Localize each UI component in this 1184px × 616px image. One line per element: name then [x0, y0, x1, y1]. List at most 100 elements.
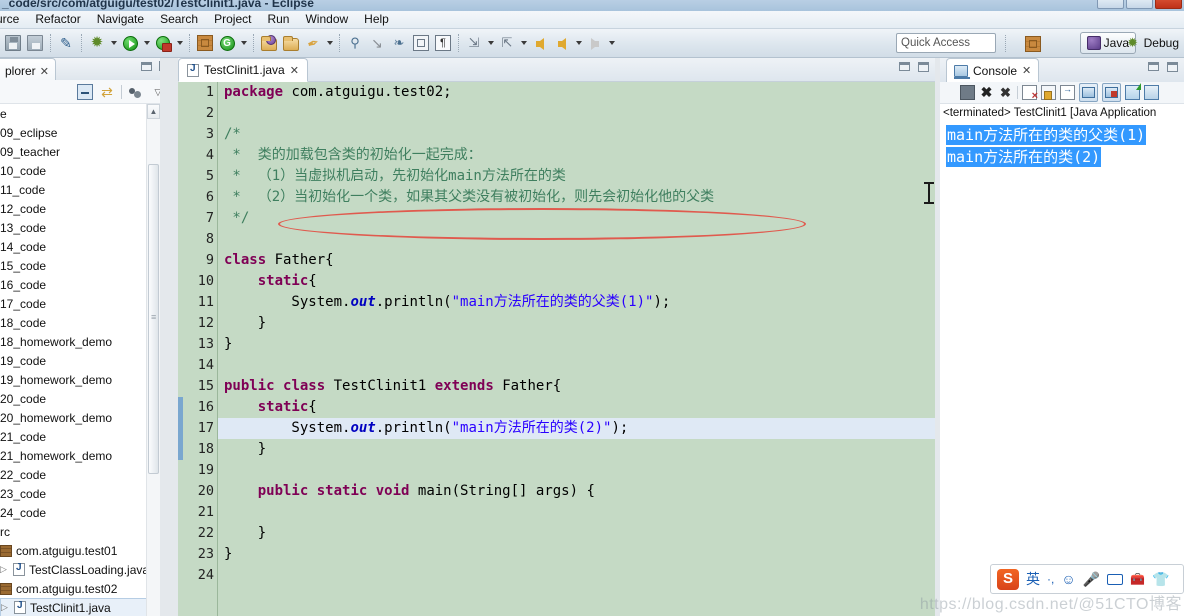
tree-item[interactable]: ▷ TestClassLoading.java: [0, 560, 160, 579]
word-wrap-icon[interactable]: [1060, 84, 1075, 100]
ime-emoji-icon[interactable]: ☺: [1061, 571, 1075, 587]
tree-item[interactable]: e: [0, 104, 160, 123]
display-selected-console-icon[interactable]: [1144, 85, 1159, 100]
code-line[interactable]: /*: [218, 124, 935, 145]
menu-navigate[interactable]: Navigate: [89, 11, 152, 28]
debug-button[interactable]: [152, 32, 174, 54]
maximize-console-button[interactable]: [1167, 62, 1178, 72]
menu-window[interactable]: Window: [297, 11, 356, 28]
tree-item[interactable]: 19_homework_demo: [0, 370, 160, 389]
pin-button[interactable]: ⚲: [344, 32, 366, 54]
tree-item[interactable]: 16_code: [0, 275, 160, 294]
save-all-button[interactable]: [24, 32, 46, 54]
clear-console-icon[interactable]: [1022, 85, 1038, 102]
show-console-on-output-button[interactable]: [1079, 83, 1098, 102]
code-line[interactable]: }: [218, 313, 935, 334]
next-annotation-dropdown[interactable]: [485, 32, 496, 54]
save-button[interactable]: [2, 32, 24, 54]
tree-item[interactable]: com.atguigu.test02: [0, 579, 160, 598]
tree-item[interactable]: 21_homework_demo: [0, 446, 160, 465]
tree-item[interactable]: com.atguigu.test01: [0, 541, 160, 560]
code-line[interactable]: */: [218, 208, 935, 229]
vertical-splitter[interactable]: [160, 58, 174, 616]
expand-arrow-icon[interactable]: ▷: [1, 602, 10, 613]
back-dropdown[interactable]: [573, 32, 584, 54]
forward-dropdown[interactable]: [606, 32, 617, 54]
menu-project[interactable]: Project: [206, 11, 259, 28]
wand-button[interactable]: ↘: [366, 32, 388, 54]
menu-run[interactable]: Run: [259, 11, 297, 28]
back-history-button[interactable]: [551, 32, 573, 54]
external-tools-dropdown[interactable]: [108, 32, 119, 54]
code-line[interactable]: * （1）当虚拟机启动，先初始化main方法所在的类: [218, 166, 935, 187]
code-line[interactable]: System.out.println("main方法所在的类的父类(1)");: [218, 292, 935, 313]
tree-item[interactable]: 09_teacher: [0, 142, 160, 161]
menu-search[interactable]: Search: [152, 11, 206, 28]
scrollbar-thumb[interactable]: [148, 164, 159, 474]
ime-mode-button[interactable]: 英: [1026, 569, 1040, 589]
tab-console[interactable]: Console ✕: [946, 58, 1040, 82]
show-console-on-error-button[interactable]: [1102, 83, 1121, 102]
minimize-view-button[interactable]: [141, 61, 152, 71]
close-icon[interactable]: ✕: [40, 65, 49, 78]
tree-item[interactable]: 18_homework_demo: [0, 332, 160, 351]
code-line[interactable]: }: [218, 523, 935, 544]
tree-item[interactable]: 24_code: [0, 503, 160, 522]
back-button[interactable]: [529, 32, 551, 54]
minimize-button[interactable]: [1097, 0, 1124, 9]
code-line[interactable]: class Father{: [218, 250, 935, 271]
code-line[interactable]: [218, 460, 935, 481]
toggle-block-button[interactable]: [410, 32, 432, 54]
ime-toolbox-icon[interactable]: 🧰: [1130, 572, 1145, 586]
tree-item[interactable]: 23_code: [0, 484, 160, 503]
close-button[interactable]: [1155, 0, 1182, 9]
code-line[interactable]: static{: [218, 397, 935, 418]
tree-item[interactable]: 15_code: [0, 256, 160, 275]
menu-source[interactable]: urce: [0, 11, 27, 28]
tab-package-explorer[interactable]: plorer ✕: [0, 58, 56, 80]
brush-button[interactable]: ✒: [302, 32, 324, 54]
collapse-all-icon[interactable]: [77, 83, 93, 100]
expand-arrow-icon[interactable]: ▷: [0, 564, 9, 575]
ime-mic-icon[interactable]: 🎤: [1083, 571, 1100, 588]
minimize-editor-button[interactable]: [899, 62, 910, 71]
tree-item[interactable]: 11_code: [0, 180, 160, 199]
code-line[interactable]: public class TestClinit1 extends Father{: [218, 376, 935, 397]
code-line[interactable]: static{: [218, 271, 935, 292]
open-resource-button[interactable]: [258, 32, 280, 54]
open-type-dropdown[interactable]: [238, 32, 249, 54]
next-annotation-button[interactable]: ⇲: [463, 32, 485, 54]
tree-item[interactable]: ▷ TestClinit1.java: [0, 598, 160, 616]
new-package-button[interactable]: [194, 32, 216, 54]
package-explorer-scrollbar[interactable]: ▲: [146, 104, 160, 616]
code-line[interactable]: [218, 229, 935, 250]
filter-icon[interactable]: [128, 84, 144, 100]
remove-launch-icon[interactable]: ✖: [979, 85, 994, 100]
tree-item[interactable]: 18_code: [0, 313, 160, 332]
open-type-button[interactable]: G: [216, 32, 238, 54]
run-button[interactable]: [119, 32, 141, 54]
pin-console-icon[interactable]: [1125, 83, 1141, 100]
code-line[interactable]: * 类的加载包含类的初始化一起完成：: [218, 145, 935, 166]
brush-dropdown[interactable]: [324, 32, 335, 54]
tree-item[interactable]: 22_code: [0, 465, 160, 484]
open-task-button[interactable]: [280, 32, 302, 54]
code-line[interactable]: System.out.println("main方法所在的类(2)");: [218, 418, 935, 439]
code-line[interactable]: [218, 103, 935, 124]
tree-item[interactable]: rc: [0, 522, 160, 541]
debug-dropdown[interactable]: [174, 32, 185, 54]
code-line[interactable]: public static void main(String[] args) {: [218, 481, 935, 502]
previous-annotation-button[interactable]: ⇱: [496, 32, 518, 54]
close-icon[interactable]: ✕: [1022, 64, 1031, 77]
code-line[interactable]: }: [218, 439, 935, 460]
tree-item[interactable]: 20_code: [0, 389, 160, 408]
forward-button[interactable]: [584, 32, 606, 54]
tab-testclinit1-java[interactable]: TestClinit1.java ✕: [178, 58, 308, 82]
scroll-lock-icon[interactable]: [1041, 85, 1056, 100]
previous-annotation-dropdown[interactable]: [518, 32, 529, 54]
perspective-debug-button[interactable]: ✹ Debug: [1120, 32, 1184, 54]
external-tools-button[interactable]: ✹: [86, 32, 108, 54]
maximize-editor-button[interactable]: [918, 62, 929, 72]
minimize-console-button[interactable]: [1148, 62, 1159, 71]
menu-refactor[interactable]: Refactor: [27, 11, 88, 28]
